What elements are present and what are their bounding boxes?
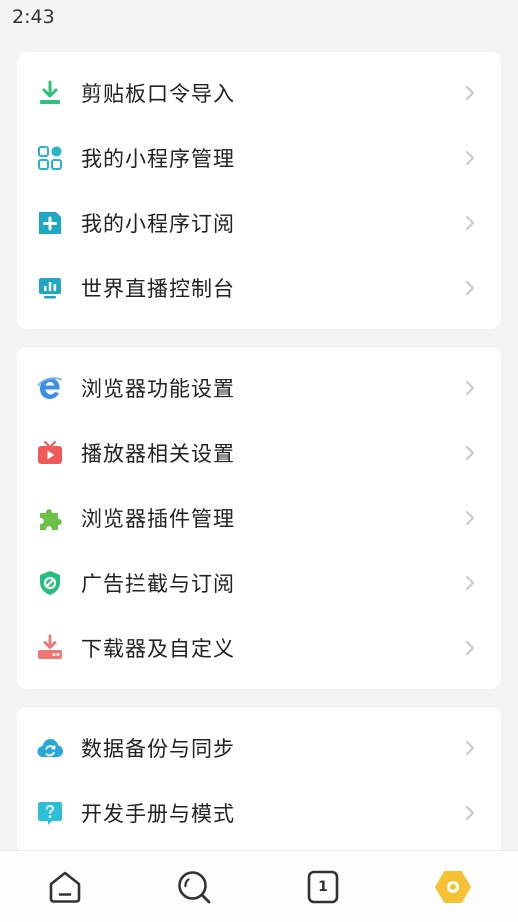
chevron-right-icon	[463, 149, 477, 167]
tab-count-badge: 1	[318, 879, 328, 895]
chevron-right-icon	[463, 574, 477, 592]
settings-button[interactable]	[433, 867, 473, 907]
status-bar: 2:43	[0, 0, 518, 36]
browser-e-icon	[36, 374, 64, 402]
download-icon	[36, 634, 64, 662]
mini-program-grid-icon	[36, 144, 64, 172]
menu-item-label: 下载器及自定义	[81, 636, 235, 661]
menu-item-label: 我的小程序订阅	[81, 211, 235, 236]
menu-item-downloader[interactable]: 下载器及自定义	[17, 615, 501, 680]
menu-item-label: 我的小程序管理	[81, 146, 235, 171]
clipboard-import-icon	[36, 79, 64, 107]
cloud-sync-icon	[36, 734, 64, 762]
tabs-button[interactable]: 1	[303, 867, 343, 907]
mini-program-subscribe-icon	[36, 209, 64, 237]
menu-item-label: 浏览器插件管理	[81, 506, 235, 531]
chevron-right-icon	[463, 379, 477, 397]
puzzle-icon	[36, 504, 64, 532]
menu-item-ad-block[interactable]: 广告拦截与订阅	[17, 550, 501, 615]
menu-item-label: 数据备份与同步	[81, 736, 235, 761]
menu-item-label: 剪贴板口令导入	[81, 81, 235, 106]
menu-item-label: 广告拦截与订阅	[81, 571, 235, 596]
menu-item-label: 世界直播控制台	[81, 276, 235, 301]
search-icon	[178, 871, 211, 904]
chevron-right-icon	[463, 84, 477, 102]
menu-item-clipboard-import[interactable]: 剪贴板口令导入	[17, 60, 501, 125]
bottom-navigation: 1	[0, 850, 518, 922]
menu-item-backup-sync[interactable]: 数据备份与同步	[17, 715, 501, 780]
home-button[interactable]	[45, 867, 85, 907]
menu-item-dev-manual[interactable]: 开发手册与模式	[17, 780, 501, 845]
chevron-right-icon	[463, 739, 477, 757]
home-icon	[49, 871, 81, 903]
chevron-right-icon	[463, 444, 477, 462]
chevron-right-icon	[463, 509, 477, 527]
chevron-right-icon	[463, 214, 477, 232]
menu-item-live-console[interactable]: 世界直播控制台	[17, 255, 501, 320]
tv-player-icon	[36, 439, 64, 467]
search-button[interactable]	[174, 867, 214, 907]
help-chat-icon	[36, 799, 64, 827]
settings-hexagon-icon	[435, 871, 471, 903]
menu-item-mini-program-manage[interactable]: 我的小程序管理	[17, 125, 501, 190]
menu-item-mini-program-subscribe[interactable]: 我的小程序订阅	[17, 190, 501, 255]
menu-item-label: 开发手册与模式	[81, 801, 235, 826]
chevron-right-icon	[463, 279, 477, 297]
chevron-right-icon	[463, 804, 477, 822]
menu-item-plugin-manage[interactable]: 浏览器插件管理	[17, 485, 501, 550]
menu-card-tools: 剪贴板口令导入 我的小程序管理 我的小程序订阅 世界直播控制台	[17, 52, 501, 329]
status-time: 2:43	[12, 6, 55, 28]
menu-item-player-settings[interactable]: 播放器相关设置	[17, 420, 501, 485]
menu-item-label: 浏览器功能设置	[81, 376, 235, 401]
menu-card-data: 数据备份与同步 开发手册与模式	[17, 707, 501, 867]
menu-item-label: 播放器相关设置	[81, 441, 235, 466]
menu-item-browser-settings[interactable]: 浏览器功能设置	[17, 355, 501, 420]
chevron-right-icon	[463, 639, 477, 657]
ad-block-shield-icon	[36, 569, 64, 597]
live-monitor-icon	[36, 274, 64, 302]
menu-card-browser: 浏览器功能设置 播放器相关设置 浏览器插件管理 广告拦截与订阅 下载器及自定义	[17, 347, 501, 689]
